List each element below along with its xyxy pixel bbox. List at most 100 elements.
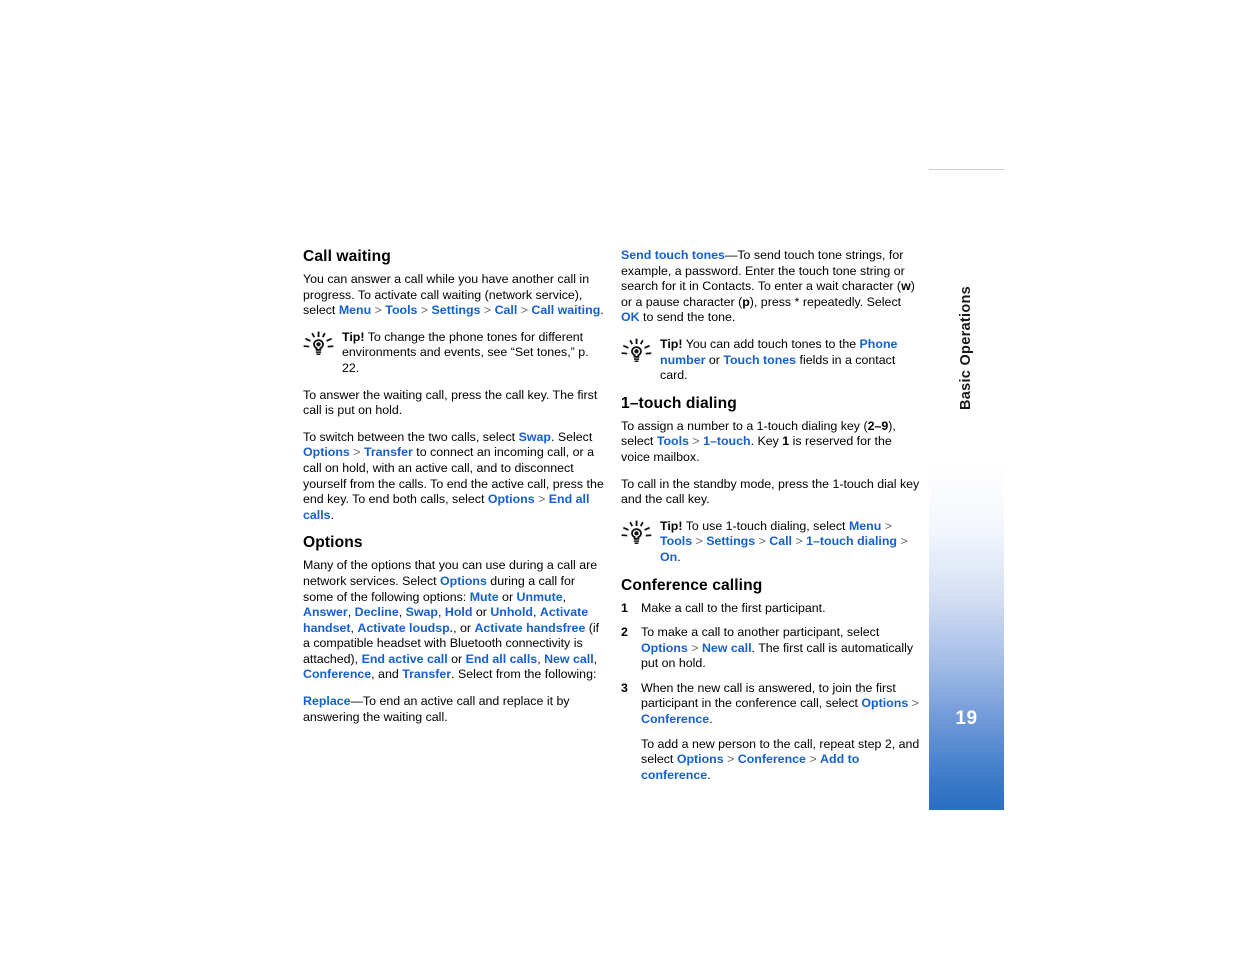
- link-1-touch-dialing[interactable]: 1–touch dialing: [806, 534, 897, 548]
- link-transfer[interactable]: Transfer: [402, 667, 451, 681]
- link-options[interactable]: Options: [488, 492, 535, 506]
- text-run: ), press * repeatedly. Select: [749, 294, 902, 309]
- link-answer[interactable]: Answer: [303, 605, 348, 619]
- link-unmute[interactable]: Unmute: [517, 590, 563, 604]
- link-new-call[interactable]: New call: [702, 641, 752, 655]
- link-tools[interactable]: Tools: [385, 303, 417, 317]
- text-run: To switch between the two calls, select: [303, 429, 519, 444]
- page-number: 19: [955, 708, 978, 729]
- text-run: When the new call is answered, to join t…: [641, 680, 896, 711]
- separator: >: [687, 640, 702, 655]
- text-run: or: [705, 352, 724, 367]
- link-options[interactable]: Options: [303, 445, 350, 459]
- link-swap[interactable]: Swap: [519, 430, 551, 444]
- text-run: ,: [398, 605, 406, 620]
- link-end-all-calls[interactable]: End all calls: [466, 652, 538, 666]
- link-menu[interactable]: Menu: [339, 303, 371, 317]
- link-settings[interactable]: Settings: [432, 303, 481, 317]
- link-replace[interactable]: Replace: [303, 694, 351, 708]
- tip-text: Tip! To change the phone tones for diffe…: [342, 330, 605, 377]
- tip-label: Tip!: [660, 336, 683, 351]
- link-send-touch-tones[interactable]: Send touch tones: [621, 248, 725, 262]
- paragraph-options-list: Many of the options that you can use dur…: [303, 558, 605, 683]
- link-transfer[interactable]: Transfer: [364, 445, 413, 459]
- key-range-2-9: 2–9: [867, 418, 889, 433]
- text-run: ,: [593, 651, 598, 666]
- tip-use-1touch-dialing: Tip! To use 1-touch dialing, select Menu…: [621, 519, 923, 566]
- separator: >: [534, 492, 549, 507]
- text-run: You can add touch tones to the: [682, 336, 860, 351]
- link-unhold[interactable]: Unhold: [490, 605, 533, 619]
- separator: >: [349, 445, 364, 460]
- link-settings[interactable]: Settings: [706, 534, 755, 548]
- text-run: , and: [371, 667, 403, 682]
- link-swap[interactable]: Swap: [406, 605, 438, 619]
- separator: >: [723, 752, 738, 767]
- link-ok[interactable]: OK: [621, 310, 640, 324]
- separator: >: [897, 534, 908, 549]
- paragraph-replace-option: Replace—To end an active call and replac…: [303, 694, 605, 725]
- separator: >: [792, 534, 807, 549]
- link-hold[interactable]: Hold: [445, 605, 473, 619]
- paragraph-send-touch-tones: Send touch tones—To send touch tone stri…: [621, 248, 923, 326]
- link-menu[interactable]: Menu: [849, 519, 881, 533]
- link-call[interactable]: Call: [769, 534, 792, 548]
- separator: >: [480, 303, 495, 318]
- list-item: 2 To make a call to another participant, …: [621, 625, 923, 672]
- list-item: 1 Make a call to the first participant.: [621, 601, 923, 617]
- link-touch-tones[interactable]: Touch tones: [723, 353, 796, 367]
- text-run: ,: [347, 605, 355, 620]
- lightbulb-icon: [621, 520, 652, 548]
- left-column: Call waiting You can answer a call while…: [303, 248, 605, 736]
- heading-1-touch-dialing: 1–touch dialing: [621, 394, 737, 412]
- text-run: or: [472, 605, 491, 620]
- lightbulb-icon: [621, 338, 652, 366]
- link-activate-handsfree[interactable]: Activate handsfree: [474, 621, 585, 635]
- link-conference[interactable]: Conference: [641, 712, 709, 726]
- right-column: Send touch tones—To send touch tone stri…: [621, 248, 923, 792]
- tip-label: Tip!: [342, 329, 365, 344]
- link-tools[interactable]: Tools: [657, 434, 689, 448]
- text-run: To make a call to another participant, s…: [641, 625, 880, 640]
- separator: >: [881, 518, 892, 533]
- manual-page: Call waiting You can answer a call while…: [0, 0, 1235, 954]
- link-end-active-call[interactable]: End active call: [362, 652, 448, 666]
- chapter-label-rotated: Basic Operations: [929, 248, 1004, 448]
- link-activate-loudspeaker[interactable]: Activate loudsp.: [357, 621, 453, 635]
- step-number: 3: [621, 680, 628, 695]
- heading-options: Options: [303, 534, 363, 552]
- link-new-call[interactable]: New call: [544, 652, 594, 666]
- link-1-touch[interactable]: 1–touch: [703, 434, 751, 448]
- separator: >: [371, 303, 386, 318]
- step-text: To make a call to another participant, s…: [641, 625, 913, 670]
- tip-set-tones: Tip! To change the phone tones for diffe…: [303, 330, 605, 377]
- text-run: ,: [438, 605, 445, 620]
- link-options[interactable]: Options: [641, 641, 688, 655]
- step-3-additional-note: To add a new person to the call, repeat …: [641, 737, 923, 784]
- link-call-waiting[interactable]: Call waiting: [531, 303, 600, 317]
- chapter-label-text: Basic Operations: [958, 285, 975, 411]
- link-options[interactable]: Options: [861, 696, 908, 710]
- separator: >: [805, 752, 821, 767]
- link-conference[interactable]: Conference: [303, 667, 371, 681]
- tip-text: Tip! You can add touch tones to the Phon…: [660, 337, 923, 384]
- heading-conference-calling: Conference calling: [621, 576, 763, 594]
- link-mute[interactable]: Mute: [470, 590, 499, 604]
- step-text: When the new call is answered, to join t…: [641, 681, 919, 726]
- paragraph-call-waiting-intro: You can answer a call while you have ano…: [303, 272, 605, 319]
- text-run: To use 1-touch dialing, select: [682, 518, 849, 533]
- link-tools[interactable]: Tools: [660, 534, 692, 548]
- link-options[interactable]: Options: [440, 574, 487, 588]
- text-run: to send the tone.: [639, 310, 736, 325]
- text-run: or: [498, 589, 517, 604]
- text-run: To change the phone tones for different …: [342, 329, 589, 375]
- link-on[interactable]: On: [660, 550, 677, 564]
- link-options[interactable]: Options: [677, 752, 724, 766]
- link-decline[interactable]: Decline: [355, 605, 399, 619]
- link-conference[interactable]: Conference: [738, 752, 806, 766]
- lightbulb-icon: [303, 331, 334, 359]
- link-call[interactable]: Call: [495, 303, 518, 317]
- paragraph-answer-waiting-call: To answer the waiting call, press the ca…: [303, 387, 598, 418]
- text-run: .: [330, 507, 335, 522]
- text-run: . Key: [750, 434, 783, 449]
